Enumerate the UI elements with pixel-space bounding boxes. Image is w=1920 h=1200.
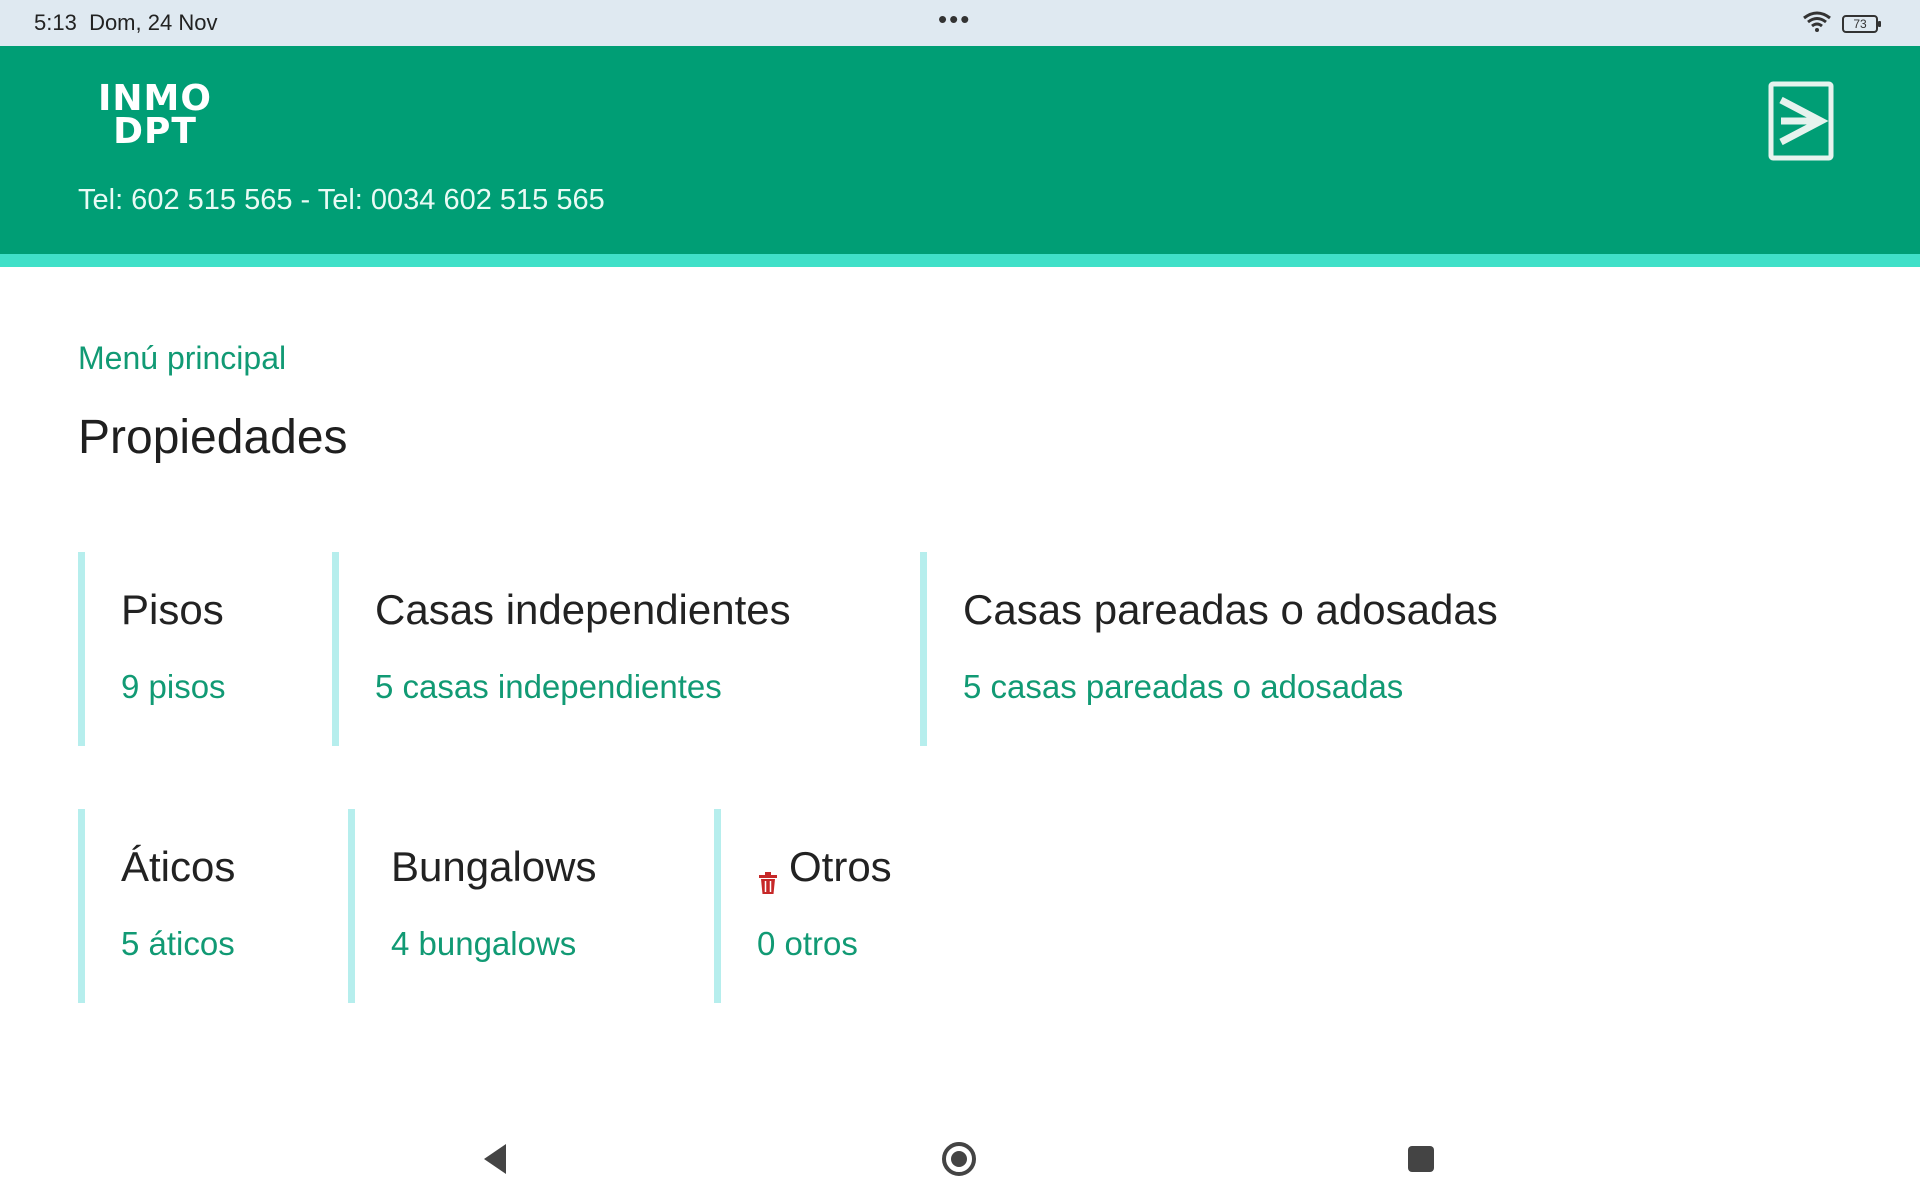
status-bar: 5:13 Dom, 24 Nov ••• 73 xyxy=(0,0,1920,46)
card-otros[interactable]: Otros 0 otros xyxy=(714,809,1014,1003)
card-title-text: Bungalows xyxy=(391,843,597,890)
card-aticos[interactable]: Áticos 5 áticos xyxy=(78,809,333,1003)
card-count-link[interactable]: 0 otros xyxy=(757,925,858,963)
card-title: Bungalows xyxy=(391,843,596,891)
card-title-text: Casas pareadas o adosadas xyxy=(963,586,1498,633)
card-title-text: Otros xyxy=(789,843,892,890)
card-casas-independientes[interactable]: Casas independientes 5 casas independien… xyxy=(332,552,902,746)
card-title: Áticos xyxy=(121,843,235,891)
wifi-icon xyxy=(1802,10,1832,37)
card-pisos[interactable]: Pisos 9 pisos xyxy=(78,552,318,746)
recents-icon[interactable] xyxy=(1406,1140,1436,1183)
page-title: Propiedades xyxy=(78,411,348,464)
battery-icon: 73 xyxy=(1842,14,1881,33)
status-time: 5:13 Dom, 24 Nov xyxy=(34,10,217,36)
breadcrumb-main-menu[interactable]: Menú principal xyxy=(78,340,286,377)
app-header xyxy=(0,46,1920,254)
card-title-text: Casas independientes xyxy=(375,586,791,633)
phone-numbers: Tel: 602 515 565 - Tel: 0034 602 515 565 xyxy=(78,184,605,216)
card-count-link[interactable]: 5 casas pareadas o adosadas xyxy=(963,668,1403,706)
card-casas-pareadas[interactable]: Casas pareadas o adosadas 5 casas paread… xyxy=(920,552,1620,746)
more-dots-icon: ••• xyxy=(938,4,972,34)
card-title-text: Pisos xyxy=(121,586,224,633)
card-title-text: Áticos xyxy=(121,843,236,890)
card-title: Pisos xyxy=(121,586,224,634)
back-icon[interactable] xyxy=(478,1140,512,1183)
card-title: Casas independientes xyxy=(375,586,791,634)
card-bungalows[interactable]: Bungalows 4 bungalows xyxy=(348,809,700,1003)
navigation-bar xyxy=(0,1120,1920,1200)
clock: 5:13 xyxy=(34,10,77,35)
logout-button[interactable] xyxy=(1767,80,1835,162)
header-stripe xyxy=(0,254,1920,267)
card-title: Otros xyxy=(757,843,892,894)
logo: INMO DPT xyxy=(98,81,212,152)
card-title: Casas pareadas o adosadas xyxy=(963,586,1498,634)
status-icons: 73 xyxy=(1802,10,1881,37)
card-count-link[interactable]: 5 casas independientes xyxy=(375,668,722,706)
card-count-link[interactable]: 5 áticos xyxy=(121,925,235,963)
date: Dom, 24 Nov xyxy=(89,10,218,35)
card-count-link[interactable]: 4 bungalows xyxy=(391,925,576,963)
trash-icon[interactable] xyxy=(757,857,779,894)
home-icon[interactable] xyxy=(940,1140,978,1183)
logo-line-2: DPT xyxy=(113,111,197,152)
logout-icon xyxy=(1768,81,1834,161)
card-count-link[interactable]: 9 pisos xyxy=(121,668,226,706)
